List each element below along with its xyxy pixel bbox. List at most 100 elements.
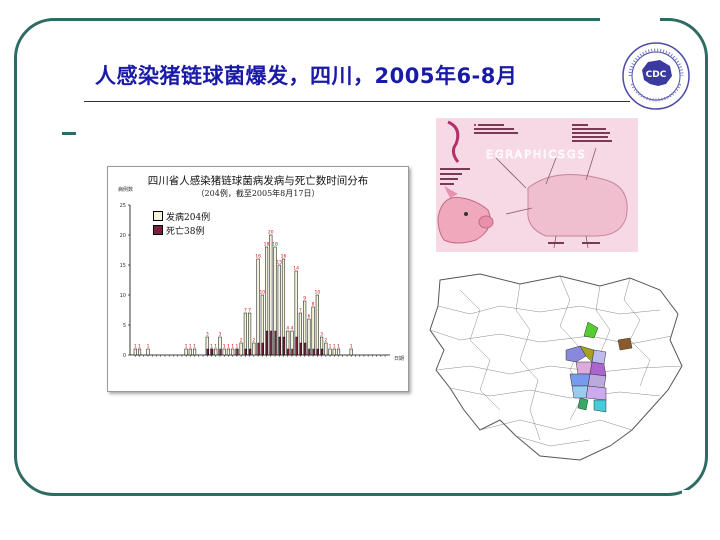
bar-deaths <box>295 336 298 356</box>
data-label-cases: 3 <box>320 332 323 338</box>
bullet-dash <box>62 132 76 135</box>
bar-cases <box>137 348 142 356</box>
data-label-cases: 1 <box>333 344 336 350</box>
highlighted-county <box>593 399 607 413</box>
data-label-cases: 2 <box>324 338 327 344</box>
highlighted-county <box>591 349 607 365</box>
frame-gap <box>682 490 712 504</box>
bar-deaths <box>210 348 214 356</box>
bar-cases <box>184 348 188 356</box>
bar-deaths <box>257 342 260 356</box>
frame-gap <box>600 10 660 30</box>
bar-cases <box>349 348 353 356</box>
data-label-cases: 3 <box>206 332 209 338</box>
highlighted-county <box>589 361 607 377</box>
y-tick-label: 0 <box>123 353 126 359</box>
y-tick-label: 15 <box>120 263 126 269</box>
data-label-cases: 7 <box>244 308 247 314</box>
caption-bottom <box>548 242 564 244</box>
epidemic-curve-chart: 四川省人感染猪链球菌病发病与死亡数时间分布 （204例，截至2005年8月17日… <box>107 166 409 392</box>
bar-cases <box>256 258 260 356</box>
bar-deaths <box>287 348 290 356</box>
sichuan-county-map <box>429 273 683 461</box>
bar-deaths <box>274 330 277 356</box>
bar-cases <box>231 348 235 356</box>
bar-cases <box>133 348 137 356</box>
data-label-cases: 16 <box>281 254 287 260</box>
bar-cases <box>324 342 328 356</box>
data-label-cases: 1 <box>189 344 192 350</box>
data-label-cases: 9 <box>303 296 306 302</box>
data-label-cases: 20 <box>268 230 274 236</box>
bar-cases <box>311 306 315 356</box>
watermark-text: EGRAPHICSGS <box>486 148 587 161</box>
data-label-cases: 18 <box>264 242 270 248</box>
caption-bottom <box>582 242 600 244</box>
bar-cases <box>222 348 226 356</box>
highlighted-county <box>587 373 607 389</box>
data-label-cases: 1 <box>134 344 137 350</box>
highlighted-county <box>575 361 593 375</box>
bar-deaths <box>320 348 324 356</box>
data-label-cases: 1 <box>193 344 196 350</box>
cdc-logo-text: CDC <box>646 70 667 80</box>
data-label-cases: 3 <box>219 332 222 338</box>
y-tick-label: 20 <box>120 233 126 239</box>
cdc-logo: CDC <box>622 42 690 110</box>
data-label-cases: 1 <box>337 344 340 350</box>
data-label-cases: 1 <box>350 344 353 350</box>
data-label-cases: 1 <box>147 344 150 350</box>
data-label-cases: 7 <box>299 308 302 314</box>
data-label-cases: 8 <box>312 302 315 308</box>
bar-cases <box>252 342 256 356</box>
data-label-cases: 2 <box>240 338 243 344</box>
y-tick-label: 10 <box>120 293 126 299</box>
y-tick-label: 5 <box>123 323 126 329</box>
pig-snout <box>478 215 494 229</box>
highlighted-county <box>571 385 589 399</box>
bar-deaths <box>282 336 286 356</box>
bar-cases <box>193 348 197 356</box>
data-label-cases: 1 <box>185 344 188 350</box>
data-label-cases: 1 <box>329 344 332 350</box>
highlighted-county <box>577 397 589 411</box>
data-label-cases: 15 <box>276 260 282 266</box>
bar-deaths <box>249 348 252 356</box>
highlighted-county <box>585 385 607 401</box>
bar-cases <box>328 348 332 356</box>
pig-eye <box>464 212 468 216</box>
bar-deaths <box>236 348 239 356</box>
highlighted-county <box>569 373 591 387</box>
data-label-cases: 7 <box>248 308 251 314</box>
province-outline <box>429 273 683 461</box>
data-label-cases: 1 <box>210 344 213 350</box>
bar-cases <box>188 348 192 356</box>
highlighted-county <box>617 337 633 351</box>
data-label-cases: 14 <box>293 266 299 272</box>
bar-cases <box>214 348 218 356</box>
bar-deaths <box>316 348 319 356</box>
data-label-cases: 4 <box>291 326 294 332</box>
slide-title: 人感染猪链球菌爆发，四川，2005年6-8月 <box>95 64 518 88</box>
data-label-cases: 10 <box>314 290 320 296</box>
data-label-cases: 6 <box>307 314 310 320</box>
bar-deaths <box>278 336 281 356</box>
bar-deaths <box>312 348 315 356</box>
pig-transmission-diagram: EGRAPHICSGS <box>436 118 638 252</box>
pig-body-outline <box>527 174 628 237</box>
bar-deaths <box>304 342 307 356</box>
bar-cases <box>226 348 231 356</box>
data-label-cases: 4 <box>286 326 289 332</box>
data-label-cases: 1 <box>214 344 217 350</box>
bar-cases <box>243 312 247 356</box>
title-divider <box>84 101 630 102</box>
bar-cases <box>315 294 319 356</box>
data-label-cases: 1 <box>223 344 226 350</box>
bar-deaths <box>299 342 303 356</box>
bar-deaths <box>291 348 294 356</box>
data-label-cases: 1 <box>138 344 141 350</box>
data-label-cases: 1 <box>235 344 238 350</box>
data-label-cases: 1 <box>227 344 230 350</box>
data-label-cases: 1 <box>231 344 234 350</box>
bar-cases <box>332 348 336 356</box>
